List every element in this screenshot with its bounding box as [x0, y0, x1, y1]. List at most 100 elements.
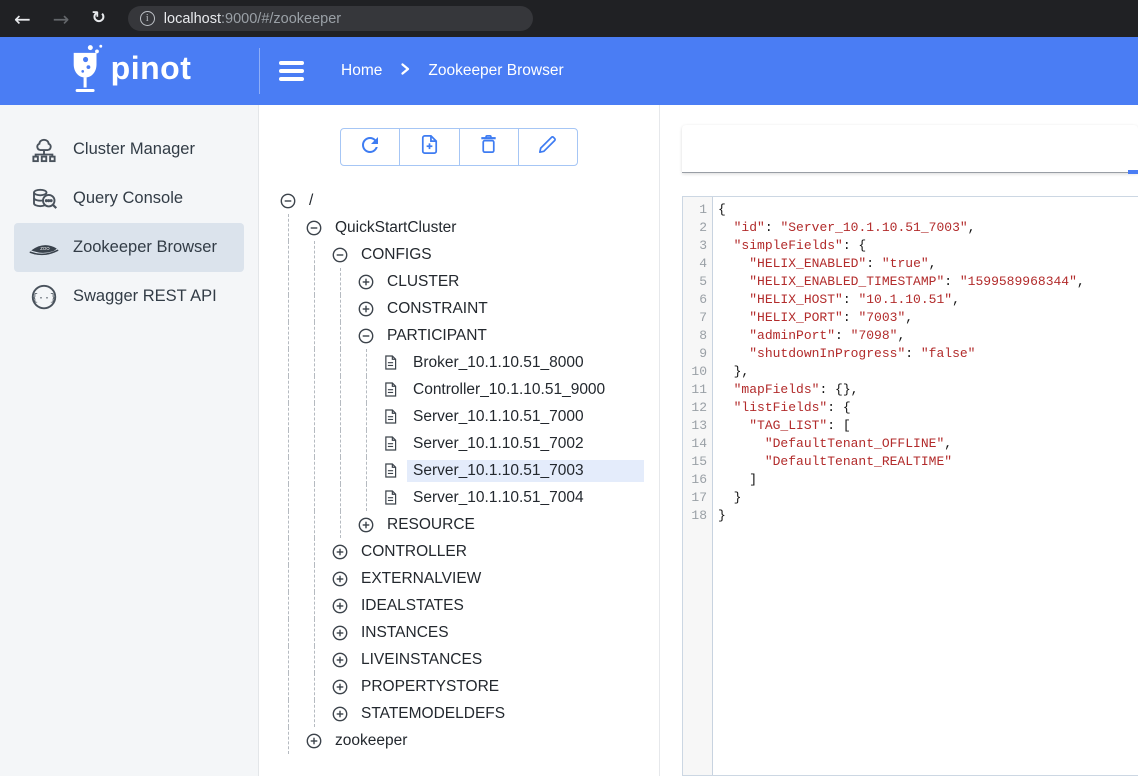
plus-circle-icon[interactable] [332, 652, 348, 668]
sidebar-item-label: Cluster Manager [73, 140, 195, 159]
tree-node-server-10-1-10-51-7004[interactable]: Server_10.1.10.51_7004 [259, 484, 659, 511]
tree-guide-line [288, 376, 314, 403]
tree-node-label[interactable]: Server_10.1.10.51_7000 [407, 406, 590, 428]
line-number: 12 [683, 399, 712, 417]
tree-node-idealstates[interactable]: IDEALSTATES [259, 592, 659, 619]
tree-guide-line [314, 295, 340, 322]
tree-node-label[interactable]: EXTERNALVIEW [355, 568, 487, 590]
plus-circle-icon[interactable] [332, 544, 348, 560]
address-bar[interactable]: i localhost:9000/#/zookeeper [128, 6, 533, 31]
forward-icon[interactable]: → [53, 9, 70, 29]
line-number: 7 [683, 309, 712, 327]
minus-circle-icon[interactable] [358, 328, 374, 344]
tree-node-zookeeper[interactable]: zookeeper [259, 727, 659, 754]
pinot-logo[interactable]: pinot [0, 43, 259, 100]
tree-node-label[interactable]: Controller_10.1.10.51_9000 [407, 379, 611, 401]
menu-icon[interactable] [279, 61, 304, 80]
code-line: ] [718, 471, 1138, 489]
plus-circle-icon[interactable] [306, 733, 322, 749]
editor-code: { "id": "Server_10.1.10.51_7003", "simpl… [713, 197, 1138, 775]
code-line: "listFields": { [718, 399, 1138, 417]
tree-node-controller[interactable]: CONTROLLER [259, 538, 659, 565]
tree-node-label[interactable]: Broker_10.1.10.51_8000 [407, 352, 590, 374]
reload-icon[interactable]: ↻ [92, 10, 106, 27]
tree-node-label[interactable]: CONTROLLER [355, 541, 473, 563]
plus-circle-icon[interactable] [332, 598, 348, 614]
tree-node-broker-10-1-10-51-8000[interactable]: Broker_10.1.10.51_8000 [259, 349, 659, 376]
tree-node-cluster[interactable]: CLUSTER [259, 268, 659, 295]
plus-circle-icon[interactable] [332, 625, 348, 641]
plus-circle-icon[interactable] [332, 679, 348, 695]
sidebar-item-zookeeper-browser[interactable]: ZOOZookeeper Browser [14, 223, 244, 272]
tree-node-label[interactable]: zookeeper [329, 730, 413, 752]
tree-guide-line [288, 646, 314, 673]
tree-node-label[interactable]: QuickStartCluster [329, 217, 462, 239]
tree-node-[interactable]: / [259, 187, 659, 214]
tree-guide-line [340, 403, 366, 430]
json-editor[interactable]: 123456789101112131415161718 { "id": "Ser… [682, 196, 1138, 776]
tree-guide-line [288, 241, 314, 268]
minus-circle-icon[interactable] [280, 193, 296, 209]
tree-node-label[interactable]: Server_10.1.10.51_7004 [407, 487, 590, 509]
plus-circle-icon[interactable] [358, 301, 374, 317]
tree-node-liveinstances[interactable]: LIVEINSTANCES [259, 646, 659, 673]
tree-node-label[interactable]: PROPERTYSTORE [355, 676, 505, 698]
sidebar-item-label: Zookeeper Browser [73, 238, 217, 257]
tree-node-server-10-1-10-51-7002[interactable]: Server_10.1.10.51_7002 [259, 430, 659, 457]
sidebar-item-swagger-rest-api[interactable]: {··}Swagger REST API [14, 272, 244, 321]
tree-node-label[interactable]: CONFIGS [355, 244, 438, 266]
minus-circle-icon[interactable] [332, 247, 348, 263]
tree-node-label[interactable]: CONSTRAINT [381, 298, 494, 320]
tree-node-server-10-1-10-51-7000[interactable]: Server_10.1.10.51_7000 [259, 403, 659, 430]
document-icon [384, 409, 400, 424]
refresh-button[interactable] [341, 129, 400, 165]
tree-guide-line [288, 538, 314, 565]
tree-node-statemodeldefs[interactable]: STATEMODELDEFS [259, 700, 659, 727]
tree-node-label[interactable]: STATEMODELDEFS [355, 703, 511, 725]
tree-guide-line [314, 457, 340, 484]
code-line: "simpleFields": { [718, 237, 1138, 255]
svg-text:{··}: {··} [32, 292, 56, 304]
tree-guide-line [288, 511, 314, 538]
tree-node-label[interactable]: CLUSTER [381, 271, 465, 293]
tree-node-label[interactable]: IDEALSTATES [355, 595, 470, 617]
plus-circle-icon[interactable] [332, 571, 348, 587]
tree-guide-line [314, 376, 340, 403]
editor-gutter: 123456789101112131415161718 [683, 197, 713, 775]
plus-circle-icon[interactable] [332, 706, 348, 722]
minus-circle-icon[interactable] [306, 220, 322, 236]
edit-node-button[interactable] [519, 129, 577, 165]
back-icon[interactable]: ← [14, 9, 31, 29]
tree-node-server-10-1-10-51-7003[interactable]: Server_10.1.10.51_7003 [259, 457, 659, 484]
tree-node-participant[interactable]: PARTICIPANT [259, 322, 659, 349]
plus-circle-icon[interactable] [358, 517, 374, 533]
tree-node-controller-10-1-10-51-9000[interactable]: Controller_10.1.10.51_9000 [259, 376, 659, 403]
tree-node-label[interactable]: PARTICIPANT [381, 325, 493, 347]
tree-node-constraint[interactable]: CONSTRAINT [259, 295, 659, 322]
tree-node-quickstartcluster[interactable]: QuickStartCluster [259, 214, 659, 241]
tree-node-label[interactable]: LIVEINSTANCES [355, 649, 488, 671]
sidebar-item-cluster-manager[interactable]: Cluster Manager [14, 125, 244, 174]
delete-node-button[interactable] [460, 129, 519, 165]
tree-node-label[interactable]: Server_10.1.10.51_7003 [407, 460, 644, 482]
plus-circle-icon[interactable] [358, 274, 374, 290]
tree-node-label[interactable]: INSTANCES [355, 622, 455, 644]
tree-node-externalview[interactable]: EXTERNALVIEW [259, 565, 659, 592]
document-icon [384, 490, 400, 505]
query-icon [28, 184, 60, 214]
sidebar-item-query-console[interactable]: Query Console [14, 174, 244, 223]
breadcrumb-home[interactable]: Home [341, 62, 382, 80]
tree-node-propertystore[interactable]: PROPERTYSTORE [259, 673, 659, 700]
tree-node-instances[interactable]: INSTANCES [259, 619, 659, 646]
site-info-icon[interactable]: i [140, 11, 155, 26]
code-line: "mapFields": {}, [718, 381, 1138, 399]
tree-node-label[interactable]: RESOURCE [381, 514, 481, 536]
tree-node-configs[interactable]: CONFIGS [259, 241, 659, 268]
add-node-button[interactable] [400, 129, 459, 165]
tree-node-label[interactable]: / [303, 190, 319, 212]
detail-tabs-card[interactable] [682, 125, 1138, 173]
tree-node-resource[interactable]: RESOURCE [259, 511, 659, 538]
tree-guide-line [314, 484, 340, 511]
tree-node-label[interactable]: Server_10.1.10.51_7002 [407, 433, 590, 455]
breadcrumb-current: Zookeeper Browser [428, 62, 563, 80]
